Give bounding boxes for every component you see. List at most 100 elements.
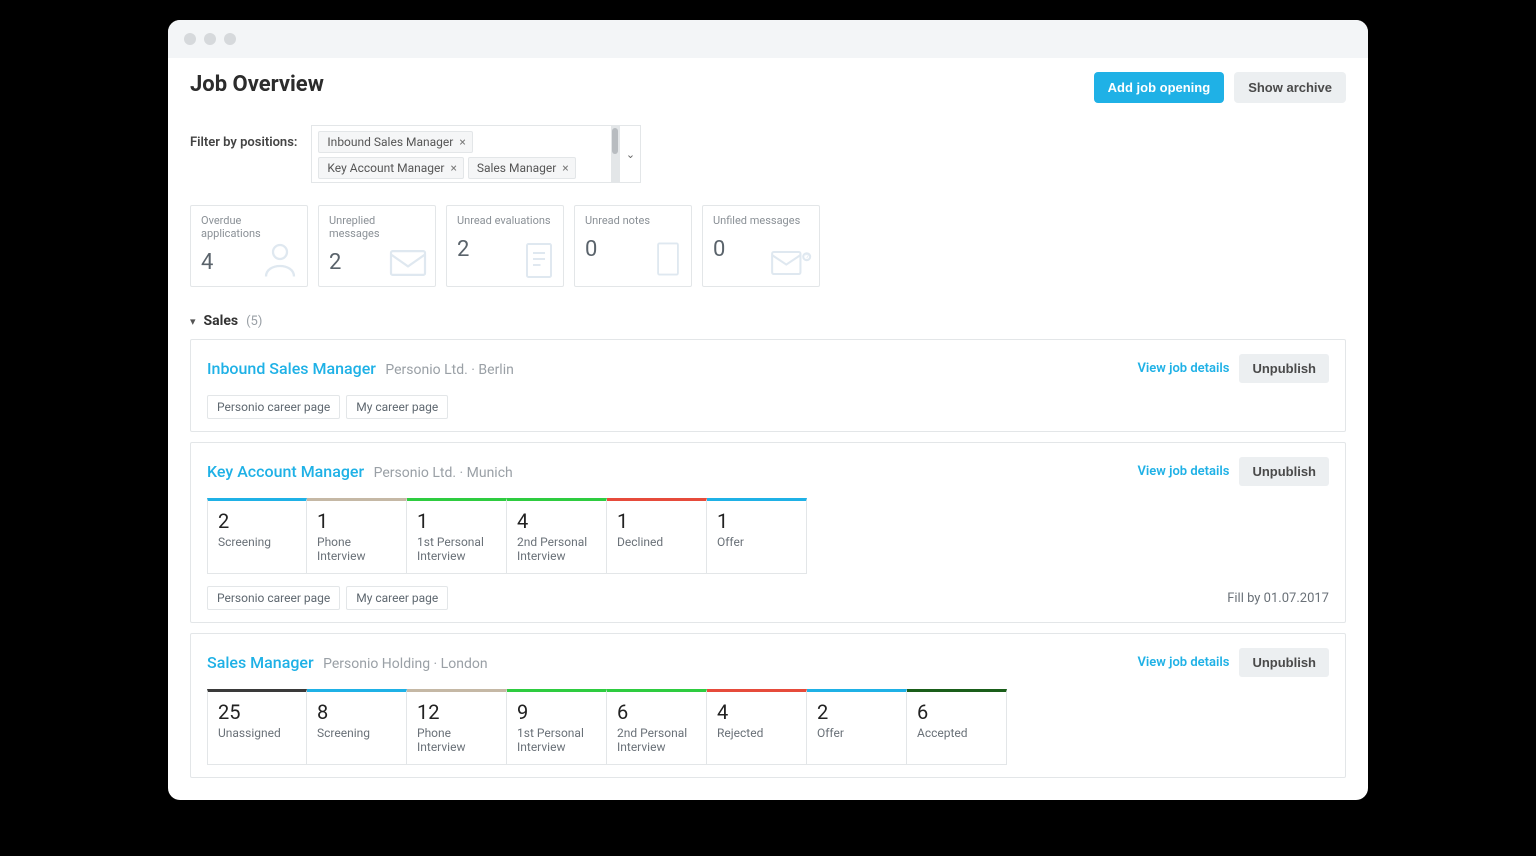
stat-label: Unread notes: [585, 214, 681, 227]
view-job-details-link[interactable]: View job details: [1137, 464, 1229, 479]
remove-tag-icon[interactable]: ×: [459, 135, 465, 149]
stage-cell[interactable]: 12Phone Interview: [407, 689, 507, 765]
remove-tag-icon[interactable]: ×: [450, 161, 456, 175]
stage-cell[interactable]: 6 Accepted: [907, 689, 1007, 765]
chevron-down-icon: ▾: [190, 315, 196, 328]
svg-text:?: ?: [805, 253, 809, 262]
job-title-link[interactable]: Key Account Manager: [207, 462, 364, 481]
stage-label: Phone Interview: [417, 726, 496, 754]
stage-label: Declined: [617, 535, 696, 549]
unpublish-button[interactable]: Unpublish: [1239, 648, 1329, 677]
stat-icon: [521, 238, 557, 284]
stat-card[interactable]: Unread notes0: [574, 205, 692, 287]
scrollbar-thumb[interactable]: [612, 128, 618, 154]
stage-count: 12: [417, 700, 496, 724]
window-titlebar: [168, 20, 1368, 58]
stage-cell[interactable]: 42nd Personal Interview: [507, 498, 607, 574]
stage-cell[interactable]: 2 Offer: [807, 689, 907, 765]
stage-label: 2nd Personal Interview: [517, 535, 596, 563]
stage-cell[interactable]: 1Offer: [707, 498, 807, 574]
job-header: Sales Manager Personio Holding · London V…: [207, 648, 1329, 677]
channel-tag[interactable]: Personio career page: [207, 395, 340, 419]
stage-count: 2: [817, 700, 896, 724]
window-control-minimize[interactable]: [204, 33, 216, 45]
stage-cell[interactable]: 1Declined: [607, 498, 707, 574]
view-job-details-link[interactable]: View job details: [1137, 655, 1229, 670]
stage-cell[interactable]: 8 Screening: [307, 689, 407, 765]
stat-card[interactable]: Unfiled messages0?: [702, 205, 820, 287]
stats-row: Overdue applications4Unreplied messages2…: [190, 205, 1346, 287]
stat-label: Unreplied messages: [329, 214, 425, 240]
stage-label: 1st Personal Interview: [417, 535, 496, 563]
stage-cell[interactable]: 4Rejected: [707, 689, 807, 765]
chevron-down-icon: ⌄: [626, 148, 635, 161]
stage-cell[interactable]: 25Unassigned: [207, 689, 307, 765]
filter-tag: Key Account Manager ×: [318, 157, 463, 179]
remove-tag-icon[interactable]: ×: [562, 161, 568, 175]
filter-tag-label: Key Account Manager: [327, 161, 444, 175]
stat-icon: [259, 238, 301, 284]
window-control-close[interactable]: [184, 33, 196, 45]
stage-cell[interactable]: 11st Personal Interview: [407, 498, 507, 574]
channel-tag[interactable]: My career page: [346, 586, 448, 610]
job-meta: Personio Holding · London: [320, 656, 488, 672]
filter-dropdown-toggle[interactable]: ⌄: [619, 125, 641, 183]
header-actions: Add job opening Show archive: [1094, 72, 1346, 103]
stage-count: 1: [317, 509, 396, 533]
job-meta: Personio Ltd. · Munich: [370, 465, 513, 481]
stat-label: Unfiled messages: [713, 214, 809, 227]
job-card: Sales Manager Personio Holding · London V…: [190, 633, 1346, 778]
stat-icon: ?: [769, 246, 813, 284]
stage-label: Phone Interview: [317, 535, 396, 563]
stage-label: Accepted: [917, 726, 996, 740]
content-area: Job Overview Add job opening Show archiv…: [168, 58, 1368, 800]
window-control-zoom[interactable]: [224, 33, 236, 45]
stage-count: 6: [917, 700, 996, 724]
show-archive-button[interactable]: Show archive: [1234, 72, 1346, 103]
section-count: (5): [246, 314, 262, 329]
job-card: Key Account Manager Personio Ltd. · Muni…: [190, 442, 1346, 623]
filter-row: Filter by positions: Inbound Sales Manag…: [190, 125, 1346, 183]
page-header: Job Overview Add job opening Show archiv…: [190, 72, 1346, 103]
job-card-footer: Personio career pageMy career page: [207, 395, 1329, 419]
stage-label: 2nd Personal Interview: [617, 726, 696, 754]
filter-scrollbar[interactable]: [611, 125, 619, 183]
channel-row: Personio career pageMy career page: [207, 395, 448, 419]
stat-card[interactable]: Unreplied messages2: [318, 205, 436, 287]
section-name: Sales: [204, 313, 239, 329]
job-header: Key Account Manager Personio Ltd. · Muni…: [207, 457, 1329, 486]
unpublish-button[interactable]: Unpublish: [1239, 457, 1329, 486]
stage-grid: 25Unassigned8Screening12Phone Interview9…: [207, 689, 1329, 765]
channel-tag[interactable]: Personio career page: [207, 586, 340, 610]
stage-count: 8: [317, 700, 396, 724]
stage-cell[interactable]: 91st Personal Interview: [507, 689, 607, 765]
stage-cell[interactable]: 62nd Personal Interview: [607, 689, 707, 765]
stage-label: Screening: [317, 726, 396, 740]
channel-tag[interactable]: My career page: [346, 395, 448, 419]
stat-card[interactable]: Overdue applications4: [190, 205, 308, 287]
stage-count: 1: [417, 509, 496, 533]
job-meta: Personio Ltd. · Berlin: [382, 362, 514, 378]
position-filter-input[interactable]: Inbound Sales Manager×Key Account Manage…: [311, 125, 611, 183]
job-title-link[interactable]: Sales Manager: [207, 653, 314, 672]
stage-count: 25: [218, 700, 296, 724]
stage-label: 1st Personal Interview: [517, 726, 596, 754]
job-title-link[interactable]: Inbound Sales Manager: [207, 359, 376, 378]
stage-count: 9: [517, 700, 596, 724]
job-card: Inbound Sales Manager Personio Ltd. · Be…: [190, 339, 1346, 432]
filter-tag: Sales Manager×: [468, 157, 576, 179]
filter-tag: Inbound Sales Manager ×: [318, 131, 472, 153]
app-window: Job Overview Add job opening Show archiv…: [168, 20, 1368, 800]
filter-tag-label: Inbound Sales Manager: [327, 135, 453, 149]
job-header: Inbound Sales Manager Personio Ltd. · Be…: [207, 354, 1329, 383]
unpublish-button[interactable]: Unpublish: [1239, 354, 1329, 383]
stage-label: Offer: [817, 726, 896, 740]
stat-icon: [387, 246, 429, 284]
add-job-opening-button[interactable]: Add job opening: [1094, 72, 1225, 103]
stage-count: 4: [517, 509, 596, 533]
section-header[interactable]: ▾ Sales (5): [190, 313, 1346, 329]
stage-cell[interactable]: 2Screening: [207, 498, 307, 574]
stat-card[interactable]: Unread evaluations2: [446, 205, 564, 287]
stage-cell[interactable]: 1Phone Interview: [307, 498, 407, 574]
view-job-details-link[interactable]: View job details: [1137, 361, 1229, 376]
